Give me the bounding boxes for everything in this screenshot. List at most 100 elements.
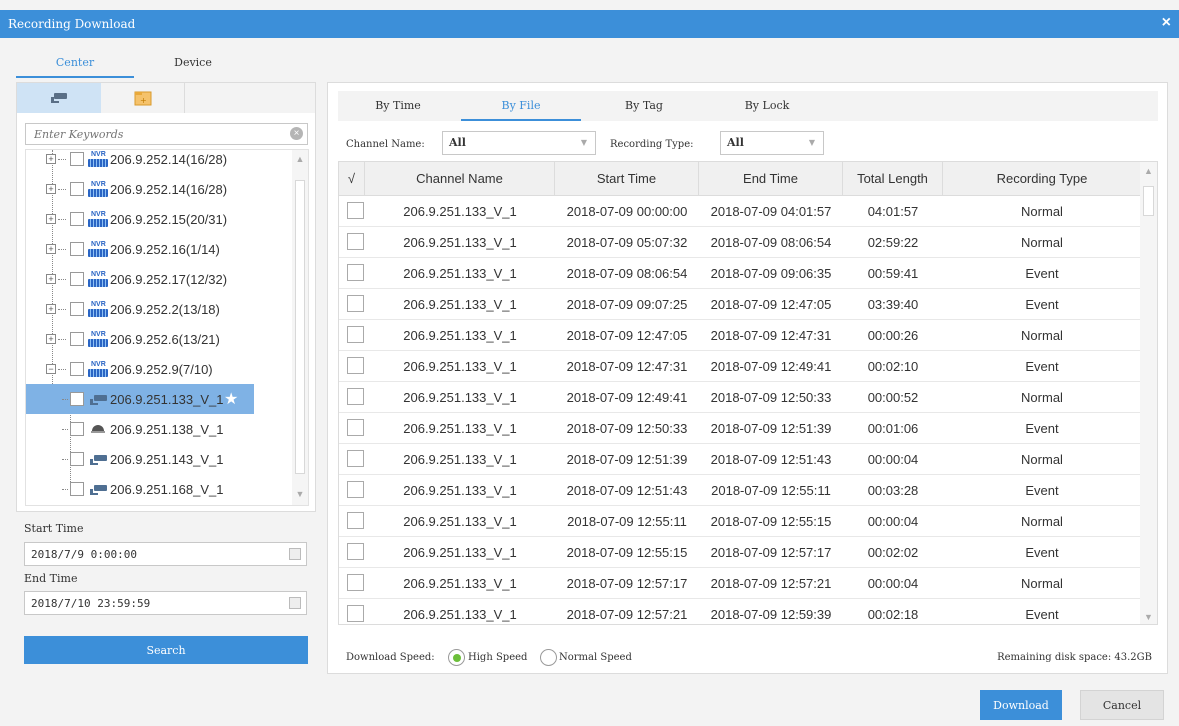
row-checkbox[interactable]: [347, 574, 364, 591]
search-input[interactable]: [26, 124, 276, 144]
row-checkbox[interactable]: [347, 450, 364, 467]
row-checkbox[interactable]: [347, 419, 364, 436]
calendar-icon[interactable]: [289, 597, 301, 609]
tree-item-camera[interactable]: 206.9.251.168_V_1: [26, 474, 294, 504]
tree-checkbox[interactable]: [70, 482, 84, 496]
download-button[interactable]: Download: [980, 690, 1062, 720]
row-checkbox[interactable]: [347, 512, 364, 529]
tab-center[interactable]: Center: [16, 54, 134, 78]
row-checkbox[interactable]: [347, 295, 364, 312]
expand-icon[interactable]: +: [46, 184, 56, 194]
tree-item-camera[interactable]: 206.9.251.133_V_1 ★: [26, 384, 254, 414]
star-icon[interactable]: ★: [224, 389, 238, 409]
start-time-input[interactable]: [25, 543, 265, 565]
column-recording-type[interactable]: Recording Type: [943, 162, 1141, 196]
row-checkbox[interactable]: [347, 605, 364, 622]
table-row[interactable]: 206.9.251.133_V_1 2018-07-09 12:47:31 2018…: [339, 351, 1141, 382]
column-start-time[interactable]: Start Time: [555, 162, 699, 196]
tree-checkbox[interactable]: [70, 242, 84, 256]
tree-checkbox[interactable]: [70, 152, 84, 166]
tree-item-nvr[interactable]: + NVR 206.9.252.2(13/18): [26, 294, 294, 324]
tree-checkbox[interactable]: [70, 422, 84, 436]
clear-icon[interactable]: ×: [290, 127, 303, 140]
tab-by-time[interactable]: By Time: [338, 91, 458, 121]
tree-checkbox[interactable]: [70, 362, 84, 376]
row-checkbox[interactable]: [347, 543, 364, 560]
tab-by-tag[interactable]: By Tag: [584, 91, 704, 121]
tab-device[interactable]: Device: [134, 54, 252, 78]
high-speed-label[interactable]: High Speed: [468, 652, 527, 663]
tree-item-nvr[interactable]: + NVR 206.9.252.6(13/21): [26, 324, 294, 354]
tree-checkbox[interactable]: [70, 302, 84, 316]
table-scrollbar[interactable]: ▲ ▼: [1140, 162, 1157, 624]
row-checkbox[interactable]: [347, 481, 364, 498]
scroll-thumb[interactable]: [1143, 186, 1154, 216]
tree-item-nvr[interactable]: + NVR 206.9.252.15(20/31): [26, 204, 294, 234]
tree-item-label: 206.9.252.9(7/10): [110, 362, 213, 377]
table-row[interactable]: 206.9.251.133_V_1 2018-07-09 09:07:25 2018…: [339, 289, 1141, 320]
normal-speed-radio[interactable]: [540, 649, 557, 666]
normal-speed-label[interactable]: Normal Speed: [559, 652, 632, 663]
tab-camera-view[interactable]: [17, 83, 101, 113]
select-all-header[interactable]: √: [339, 162, 365, 196]
tree-checkbox[interactable]: [70, 452, 84, 466]
calendar-icon[interactable]: [289, 548, 301, 560]
column-end-time[interactable]: End Time: [699, 162, 843, 196]
column-total-length[interactable]: Total Length: [843, 162, 943, 196]
expand-icon[interactable]: +: [46, 274, 56, 284]
end-time-input[interactable]: [25, 592, 265, 614]
expand-icon[interactable]: +: [46, 244, 56, 254]
table-row[interactable]: 206.9.251.133_V_1 2018-07-09 12:49:41 2018…: [339, 382, 1141, 413]
row-checkbox[interactable]: [347, 264, 364, 281]
expand-icon[interactable]: +: [46, 334, 56, 344]
high-speed-radio[interactable]: [448, 649, 465, 666]
tree-checkbox[interactable]: [70, 392, 84, 406]
table-row[interactable]: 206.9.251.133_V_1 2018-07-09 12:55:11 2018…: [339, 506, 1141, 537]
column-channel-name[interactable]: Channel Name: [365, 162, 555, 196]
table-row[interactable]: 206.9.251.133_V_1 2018-07-09 05:07:32 2018…: [339, 227, 1141, 258]
cancel-button[interactable]: Cancel: [1080, 690, 1164, 720]
row-checkbox[interactable]: [347, 326, 364, 343]
close-icon[interactable]: ×: [1162, 14, 1171, 32]
scroll-down-icon[interactable]: ▼: [294, 489, 306, 501]
tab-folder-view[interactable]: +: [101, 83, 185, 113]
tree-scrollbar[interactable]: ▲ ▼: [292, 150, 308, 505]
table-row[interactable]: 206.9.251.133_V_1 2018-07-09 12:47:05 2018…: [339, 320, 1141, 351]
table-row[interactable]: 206.9.251.133_V_1 2018-07-09 12:57:21 2018…: [339, 599, 1141, 624]
table-row[interactable]: 206.9.251.133_V_1 2018-07-09 12:51:39 2018…: [339, 444, 1141, 475]
tree-item-nvr[interactable]: + NVR 206.9.252.14(16/28): [26, 150, 294, 174]
tree-item-nvr[interactable]: + NVR 206.9.252.17(12/32): [26, 264, 294, 294]
expand-icon[interactable]: +: [46, 154, 56, 164]
expand-icon[interactable]: +: [46, 304, 56, 314]
expand-icon[interactable]: +: [46, 214, 56, 224]
tree-item-nvr[interactable]: − NVR 206.9.252.9(7/10): [26, 354, 294, 384]
row-checkbox[interactable]: [347, 357, 364, 374]
tree-item-camera[interactable]: 206.9.251.138_V_1: [26, 414, 294, 444]
tab-by-lock[interactable]: By Lock: [707, 91, 827, 121]
tree-item-camera[interactable]: 206.9.251.143_V_1: [26, 444, 294, 474]
tree-item-nvr[interactable]: + NVR 206.9.252.16(1/14): [26, 234, 294, 264]
channel-name-select[interactable]: All ▼: [442, 131, 596, 155]
table-row[interactable]: 206.9.251.133_V_1 2018-07-09 12:57:17 2018…: [339, 568, 1141, 599]
scroll-up-icon[interactable]: ▲: [294, 154, 306, 166]
collapse-icon[interactable]: −: [46, 364, 56, 374]
tab-by-file[interactable]: By File: [461, 91, 581, 121]
recording-type-select[interactable]: All ▼: [720, 131, 824, 155]
table-row[interactable]: 206.9.251.133_V_1 2018-07-09 12:55:15 2018…: [339, 537, 1141, 568]
scroll-up-icon[interactable]: ▲: [1143, 166, 1154, 176]
tree-checkbox[interactable]: [70, 272, 84, 286]
table-row[interactable]: 206.9.251.133_V_1 2018-07-09 12:50:33 2018…: [339, 413, 1141, 444]
tree-item-nvr[interactable]: + NVR 206.9.252.14(16/28): [26, 174, 294, 204]
row-checkbox[interactable]: [347, 233, 364, 250]
search-button[interactable]: Search: [24, 636, 308, 664]
tree-checkbox[interactable]: [70, 212, 84, 226]
tree-checkbox[interactable]: [70, 182, 84, 196]
table-row[interactable]: 206.9.251.133_V_1 2018-07-09 08:06:54 2018…: [339, 258, 1141, 289]
table-row[interactable]: 206.9.251.133_V_1 2018-07-09 00:00:00 2018…: [339, 196, 1141, 227]
tree-checkbox[interactable]: [70, 332, 84, 346]
scroll-thumb[interactable]: [295, 180, 305, 474]
scroll-down-icon[interactable]: ▼: [1143, 612, 1154, 622]
row-checkbox[interactable]: [347, 202, 364, 219]
row-checkbox[interactable]: [347, 388, 364, 405]
table-row[interactable]: 206.9.251.133_V_1 2018-07-09 12:51:43 2018…: [339, 475, 1141, 506]
